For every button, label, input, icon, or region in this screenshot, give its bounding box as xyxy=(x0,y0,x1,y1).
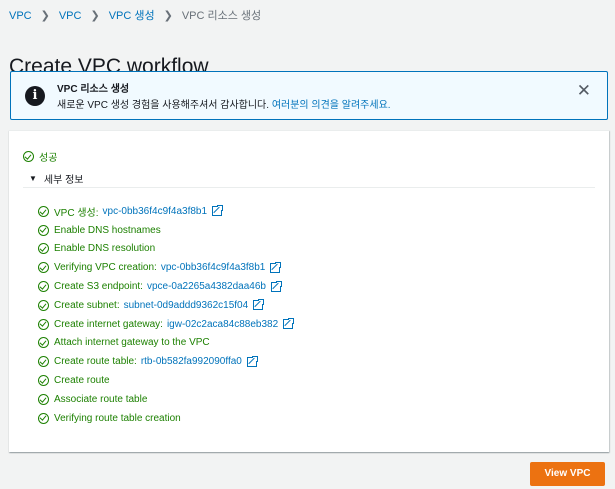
breadcrumb-item-current: VPC 리소스 생성 xyxy=(181,10,262,22)
external-link-arrow xyxy=(272,282,279,289)
list-item: Create route table: rtb-0b582fa992090ffa0 xyxy=(38,352,293,371)
external-link-arrow xyxy=(284,319,292,327)
info-flash-banner: i VPC 리소스 생성 새로운 VPC 생성 경험을 사용해주셔서 감사합니다… xyxy=(10,71,608,120)
check-circle-icon xyxy=(23,151,34,162)
resource-id-link[interactable]: rtb-0b582fa992090ffa0 xyxy=(141,356,242,367)
external-link-icon[interactable] xyxy=(246,354,259,367)
flash-message-row: 새로운 VPC 생성 경험을 사용해주셔서 감사합니다. 여러분의 의견을 알려… xyxy=(57,99,391,112)
status-label: 성공 xyxy=(39,153,58,164)
chevron-right-icon: ❯ xyxy=(90,10,100,22)
breadcrumb-item-vpc[interactable]: VPC xyxy=(9,9,32,23)
list-item: Verifying VPC creation: vpc-0bb36f4c9f4a3… xyxy=(38,258,293,277)
step-label: Associate route table xyxy=(54,393,148,405)
resource-id-link[interactable]: vpce-0a2265a4382daa46b xyxy=(147,281,266,292)
check-circle-icon xyxy=(38,318,49,330)
breadcrumb-item-vpc-2[interactable]: VPC xyxy=(59,9,82,23)
external-link-arrow xyxy=(213,207,220,214)
step-label: Create internet gateway: xyxy=(54,318,163,330)
close-icon[interactable]: ✕ xyxy=(577,82,591,99)
flash-title: VPC 리소스 생성 xyxy=(57,84,130,95)
step-label: VPC 생성: xyxy=(54,207,99,219)
resource-id-link[interactable]: vpc-0bb36f4c9f4a3f8b1 xyxy=(161,262,266,273)
check-circle-icon xyxy=(38,356,49,368)
check-circle-icon xyxy=(38,337,49,349)
external-link-arrow xyxy=(271,263,279,271)
check-circle-icon xyxy=(38,262,49,274)
chevron-right-icon: ❯ xyxy=(163,10,173,22)
check-circle-icon xyxy=(38,243,49,255)
step-list: VPC 생성: vpc-0bb36f4c9f4a3f8b1 Enable DNS h… xyxy=(38,202,296,428)
check-circle-icon xyxy=(38,299,49,311)
external-link-icon[interactable] xyxy=(270,260,283,273)
status-success: 성공 xyxy=(23,149,57,164)
view-vpc-button[interactable]: View VPC xyxy=(530,462,605,486)
external-link-icon[interactable] xyxy=(212,204,225,217)
details-expander[interactable]: ▼ 세부 정보 xyxy=(29,171,84,186)
step-label: Verifying route table creation xyxy=(54,412,181,424)
external-link-arrow xyxy=(254,301,262,308)
list-item: Create subnet: subnet-0d9addd9362c15f04 xyxy=(38,296,293,315)
step-label: Attach internet gateway to the VPC xyxy=(54,337,210,349)
feedback-link[interactable]: 여러분의 의견을 알려주세요. xyxy=(272,100,391,111)
step-label: Create S3 endpoint: xyxy=(54,281,143,293)
check-circle-icon xyxy=(38,375,49,387)
breadcrumb: VPC ❯ VPC ❯ VPC 생성 ❯ VPC 리소스 생성 xyxy=(9,9,261,23)
step-label: Create route xyxy=(54,375,110,387)
resource-id-link[interactable]: vpc-0bb36f4c9f4a3f8b1 xyxy=(103,206,208,217)
flash-message: 새로운 VPC 생성 경험을 사용해주셔서 감사합니다. xyxy=(57,100,270,111)
list-item: Create internet gateway: igw-02c2aca84c88… xyxy=(38,315,296,334)
list-item: VPC 생성: vpc-0bb36f4c9f4a3f8b1 xyxy=(38,202,293,221)
check-circle-icon xyxy=(38,393,49,405)
caret-down-icon: ▼ xyxy=(29,174,37,183)
external-link-arrow xyxy=(248,357,255,365)
step-label: Enable DNS hostnames xyxy=(54,224,161,236)
step-label: Enable DNS resolution xyxy=(54,243,156,255)
details-label: 세부 정보 xyxy=(43,175,84,186)
breadcrumb-item-create-vpc[interactable]: VPC 생성 xyxy=(109,9,155,23)
external-link-icon[interactable] xyxy=(283,317,296,330)
external-link-icon[interactable] xyxy=(253,298,266,311)
resource-id-link[interactable]: subnet-0d9addd9362c15f04 xyxy=(124,300,249,311)
list-item: Associate route table xyxy=(38,390,293,409)
workflow-panel: 성공 ▼ 세부 정보 VPC 생성: vpc-0bb36f4c9f4a3f8b1 E… xyxy=(9,130,609,452)
list-item: Create route xyxy=(38,371,293,390)
list-item: Enable DNS hostnames xyxy=(38,221,293,240)
check-circle-icon xyxy=(38,205,49,217)
external-link-icon[interactable] xyxy=(270,279,283,292)
check-circle-icon xyxy=(38,224,49,236)
divider xyxy=(23,187,595,188)
list-item: Verifying route table creation xyxy=(38,409,293,428)
step-label: Create route table: xyxy=(54,356,137,368)
chevron-right-icon: ❯ xyxy=(40,10,50,22)
info-icon: i xyxy=(25,86,45,106)
check-circle-icon xyxy=(38,412,49,424)
resource-id-link[interactable]: igw-02c2aca84c88eb382 xyxy=(167,319,278,330)
check-circle-icon xyxy=(38,281,49,293)
list-item: Create S3 endpoint: vpce-0a2265a4382daa46… xyxy=(38,277,293,296)
step-label: Create subnet: xyxy=(54,299,120,311)
step-label: Verifying VPC creation: xyxy=(54,262,157,274)
list-item: Enable DNS resolution xyxy=(38,240,293,259)
list-item: Attach internet gateway to the VPC xyxy=(38,334,293,353)
